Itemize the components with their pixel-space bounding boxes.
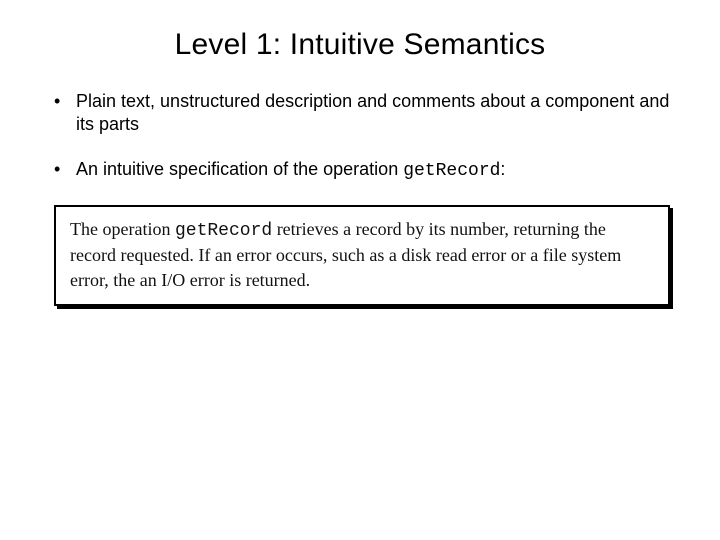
slide: Level 1: Intuitive Semantics Plain text,… (0, 0, 720, 540)
bullet-item-1: Plain text, unstructured description and… (48, 90, 680, 136)
bullet-list: Plain text, unstructured description and… (40, 90, 680, 183)
spec-box: The operation getRecord retrieves a reco… (54, 205, 670, 306)
slide-title: Level 1: Intuitive Semantics (40, 28, 680, 62)
spec-code: getRecord (175, 221, 272, 241)
bullet-text-1: Plain text, unstructured description and… (76, 91, 669, 134)
bullet-item-2: An intuitive specification of the operat… (48, 158, 680, 183)
bullet-text-2-post: : (500, 159, 505, 179)
bullet-text-2-pre: An intuitive specification of the operat… (76, 159, 403, 179)
spec-text-pre: The operation (70, 219, 175, 239)
bullet-code-2: getRecord (403, 161, 500, 181)
